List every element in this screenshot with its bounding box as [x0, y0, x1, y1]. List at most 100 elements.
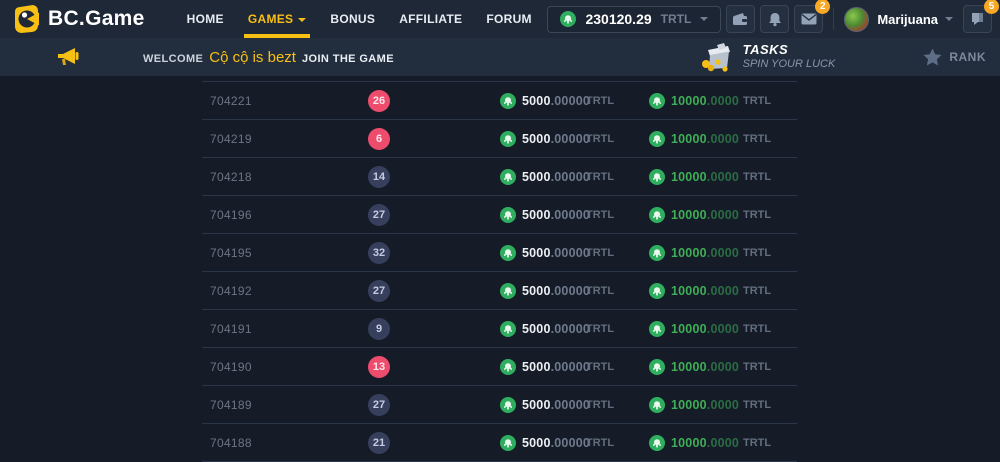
payout-amount: 10000.0000 [671, 322, 739, 336]
top-navbar: BC.Game HOMEGAMESBONUSAFFILIATEFORUM 230… [0, 0, 1000, 38]
rank-label: RANK [949, 50, 986, 64]
payout-currency: TRTL [737, 399, 771, 411]
bet-currency: TRTL [582, 323, 642, 335]
payout-amount-cell: 10000.0000 [642, 207, 737, 223]
table-row[interactable]: 704190 13 5000.00000 TRTL 10000.000 [202, 348, 797, 386]
result-badge: 26 [368, 90, 390, 112]
payout-amount: 10000.0000 [671, 170, 739, 184]
nav-item-home[interactable]: HOME [175, 0, 236, 38]
trtl-coin-icon [649, 169, 665, 185]
nav-item-bonus[interactable]: BONUS [318, 0, 387, 38]
bet-currency: TRTL [582, 285, 642, 297]
chat-count-badge: 5 [984, 0, 999, 14]
bet-amount: 5000.00000 [522, 360, 590, 374]
bet-id: 704192 [202, 284, 344, 298]
tasks-widget[interactable]: TASKS SPIN YOUR LUCK [698, 42, 836, 72]
result-badge: 32 [368, 242, 390, 264]
result-badge: 14 [368, 166, 390, 188]
bet-amount: 5000.00000 [522, 322, 590, 336]
table-row[interactable]: 704188 21 5000.00000 TRTL 10000.000 [202, 424, 797, 462]
star-icon [923, 48, 942, 66]
trtl-coin-icon [649, 207, 665, 223]
bet-currency: TRTL [582, 399, 642, 411]
table-row[interactable]: 704218 14 5000.00000 TRTL 10000.000 [202, 158, 797, 196]
payout-amount: 10000.0000 [671, 360, 739, 374]
mail-icon [801, 13, 817, 25]
table-row[interactable]: 704191 9 5000.00000 TRTL 10000.0000 [202, 310, 797, 348]
result-badge: 27 [368, 394, 390, 416]
trtl-coin-icon [500, 321, 516, 337]
user-menu[interactable]: Marijuana [844, 7, 953, 32]
trtl-coin-icon [500, 435, 516, 451]
chat-button[interactable]: 5 [963, 5, 992, 33]
megaphone-icon [55, 46, 81, 68]
result-badge: 9 [368, 318, 390, 340]
treasure-chest-icon [698, 42, 734, 72]
result-cell: 6 [344, 128, 414, 150]
payout-amount: 10000.0000 [671, 94, 739, 108]
trtl-coin-icon [500, 207, 516, 223]
table-row[interactable]: 704196 27 5000.00000 TRTL 10000.000 [202, 196, 797, 234]
payout-currency: TRTL [737, 133, 771, 145]
nav-item-affiliate[interactable]: AFFILIATE [387, 0, 474, 38]
banner-right: TASKS SPIN YOUR LUCK RANK [698, 42, 1000, 72]
bet-currency: TRTL [582, 361, 642, 373]
bet-amount-cell: 5000.00000 [414, 397, 582, 413]
rank-widget[interactable]: RANK [923, 48, 986, 66]
chat-icon [970, 12, 985, 26]
bet-amount-cell: 5000.00000 [414, 321, 582, 337]
payout-currency: TRTL [737, 171, 771, 183]
table-row[interactable]: 704221 26 5000.00000 TRTL 10000.000 [202, 82, 797, 120]
chevron-down-icon [945, 17, 953, 21]
result-cell: 27 [344, 204, 414, 226]
brand-logo[interactable]: BC.Game [12, 4, 145, 34]
bet-currency: TRTL [582, 95, 642, 107]
bet-amount: 5000.00000 [522, 94, 590, 108]
balance-selector[interactable]: 230120.29 TRTL [547, 6, 721, 33]
notifications-button[interactable] [760, 5, 789, 33]
bet-amount-cell: 5000.00000 [414, 169, 582, 185]
bet-amount-cell: 5000.00000 [414, 359, 582, 375]
nav-item-forum[interactable]: FORUM [474, 0, 544, 38]
result-cell: 14 [344, 166, 414, 188]
messages-count-badge: 2 [815, 0, 830, 14]
tasks-subtitle: SPIN YOUR LUCK [743, 58, 836, 72]
table-row[interactable]: 704195 32 5000.00000 TRTL 10000.000 [202, 234, 797, 272]
bet-amount-cell: 5000.00000 [414, 283, 582, 299]
bet-amount: 5000.00000 [522, 208, 590, 222]
table-row[interactable]: 704219 6 5000.00000 TRTL 10000.0000 [202, 120, 797, 158]
result-cell: 9 [344, 318, 414, 340]
result-cell: 21 [344, 432, 414, 454]
payout-amount-cell: 10000.0000 [642, 93, 737, 109]
brand-name: BC.Game [48, 7, 145, 31]
result-badge: 21 [368, 432, 390, 454]
trtl-coin-icon [560, 11, 576, 27]
wallet-button[interactable] [726, 5, 755, 33]
bets-table: 704221 26 5000.00000 TRTL 10000.000 [202, 81, 797, 462]
result-badge: 27 [368, 204, 390, 226]
welcome-suffix: JOIN THE GAME [302, 53, 394, 65]
tasks-text: TASKS SPIN YOUR LUCK [743, 42, 836, 72]
trtl-coin-icon [649, 435, 665, 451]
messages-button[interactable]: 2 [794, 5, 823, 33]
result-cell: 27 [344, 394, 414, 416]
announcement-banner: WELCOME Cộ cộ is bezt JOIN THE GAME TASK… [0, 38, 1000, 76]
payout-currency: TRTL [737, 437, 771, 449]
bet-id: 704221 [202, 94, 344, 108]
payout-currency: TRTL [737, 323, 771, 335]
payout-amount: 10000.0000 [671, 284, 739, 298]
bet-currency: TRTL [582, 133, 642, 145]
bet-currency: TRTL [582, 437, 642, 449]
result-cell: 32 [344, 242, 414, 264]
main-content: 704221 26 5000.00000 TRTL 10000.000 [0, 81, 1000, 460]
header-right: 230120.29 TRTL 2 [547, 5, 992, 33]
payout-amount-cell: 10000.0000 [642, 283, 737, 299]
table-row[interactable]: 704192 27 5000.00000 TRTL 10000.000 [202, 272, 797, 310]
bet-amount: 5000.00000 [522, 246, 590, 260]
balance-currency: TRTL [661, 12, 692, 26]
payout-amount-cell: 10000.0000 [642, 245, 737, 261]
bet-amount-cell: 5000.00000 [414, 435, 582, 451]
nav-item-games[interactable]: GAMES [236, 0, 319, 38]
payout-currency: TRTL [737, 361, 771, 373]
table-row[interactable]: 704189 27 5000.00000 TRTL 10000.000 [202, 386, 797, 424]
